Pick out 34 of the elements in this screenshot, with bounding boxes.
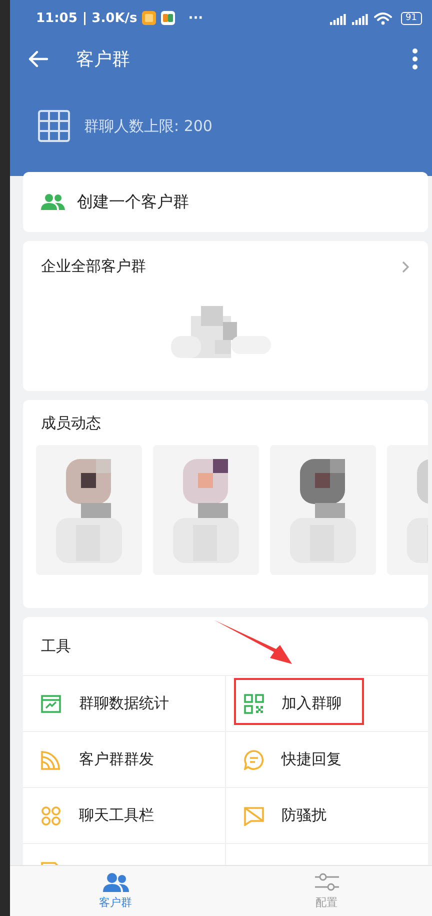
sliders-icon bbox=[314, 872, 340, 893]
chevron-right-icon[interactable] bbox=[402, 260, 410, 272]
battery-indicator: 91 bbox=[400, 12, 422, 24]
tool-item[interactable]: 聊天工具栏 bbox=[23, 788, 226, 844]
people-icon bbox=[41, 193, 65, 211]
muted-message-icon bbox=[244, 806, 264, 826]
message-icon bbox=[244, 750, 264, 770]
chart-icon bbox=[41, 694, 61, 714]
more-icon[interactable] bbox=[412, 48, 418, 70]
tab[interactable]: 客户群 bbox=[10, 866, 221, 916]
more-notifications: ··· bbox=[188, 10, 204, 26]
app-icon bbox=[161, 11, 176, 25]
notification-icon bbox=[142, 11, 156, 25]
broadcast-icon bbox=[41, 750, 61, 770]
create-group-button[interactable]: 创建一个客户群 bbox=[23, 172, 428, 232]
qr-code-icon bbox=[244, 694, 264, 714]
grid-icon bbox=[38, 110, 70, 142]
tool-item[interactable]: 快捷回复 bbox=[226, 732, 428, 788]
member-limit: 群聊人数上限: 200 bbox=[84, 116, 212, 136]
tool-item[interactable]: 加入群聊 bbox=[226, 676, 428, 732]
tool-item[interactable]: 群聊数据统计 bbox=[23, 676, 226, 732]
network-speed: | 3.0K/s bbox=[82, 10, 138, 26]
back-icon[interactable] bbox=[28, 50, 48, 68]
tool-item[interactable]: 客户群群发 bbox=[23, 732, 226, 788]
wifi-icon bbox=[374, 12, 392, 24]
people-icon bbox=[102, 872, 128, 893]
page-title: 客户群 bbox=[76, 48, 131, 71]
signal-icon bbox=[352, 12, 369, 24]
section-title: 成员动态 bbox=[40, 413, 102, 433]
tool-item[interactable]: 防骚扰 bbox=[226, 788, 428, 844]
status-time: 11:05 bbox=[36, 10, 78, 26]
flower-icon bbox=[41, 806, 61, 826]
section-title: 企业全部客户群 bbox=[41, 257, 146, 276]
signal-icon bbox=[330, 12, 347, 24]
